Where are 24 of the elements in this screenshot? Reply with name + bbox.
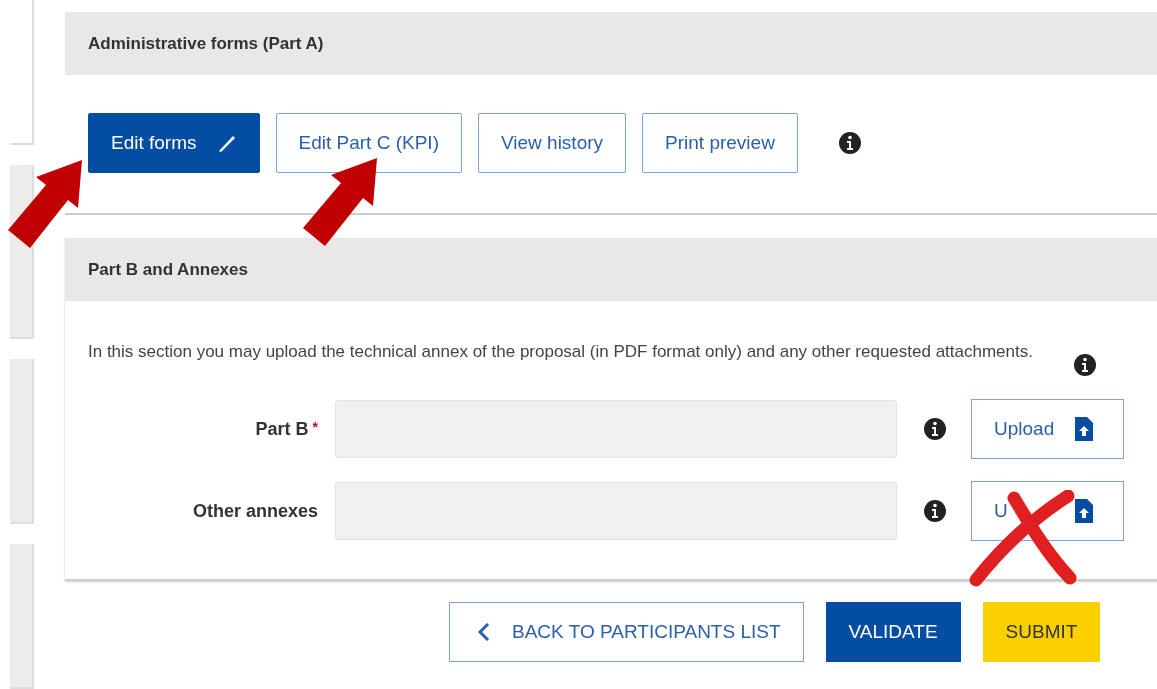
file-upload-icon	[1075, 499, 1093, 523]
file-field[interactable]	[335, 482, 897, 540]
field-label: Other annexes	[192, 500, 318, 521]
section-title: Administrative forms (Part A)	[88, 33, 324, 54]
action-button[interactable]: Edit Part C (KPI)	[275, 113, 462, 173]
back-button[interactable]: BACK TO PARTICIPANTS LIST	[449, 602, 804, 662]
info-icon[interactable]	[923, 499, 947, 523]
edit-forms-button[interactable]: Edit forms	[88, 113, 260, 173]
required-mark: *	[312, 418, 318, 435]
chevron-left-icon	[478, 623, 490, 641]
action-button[interactable]: View history	[477, 113, 627, 173]
field-label: Part B	[255, 418, 309, 439]
section-description: In this section you may upload the technical annex of the proposal (in PDF format only) and any other requested attachments.	[88, 341, 1033, 363]
pencil-icon	[216, 133, 237, 153]
file-field[interactable]	[335, 400, 897, 458]
validate-button[interactable]: VALIDATE	[825, 602, 961, 662]
upload-button[interactable]: Upload	[971, 399, 1124, 459]
section-title: Part B and Annexes	[88, 259, 248, 280]
info-icon[interactable]	[923, 417, 947, 441]
submit-button[interactable]: SUBMIT	[982, 602, 1101, 662]
file-upload-icon	[1075, 417, 1093, 441]
action-button[interactable]: Print preview	[642, 113, 798, 173]
info-icon[interactable]	[837, 131, 862, 155]
info-icon[interactable]	[1073, 353, 1097, 377]
